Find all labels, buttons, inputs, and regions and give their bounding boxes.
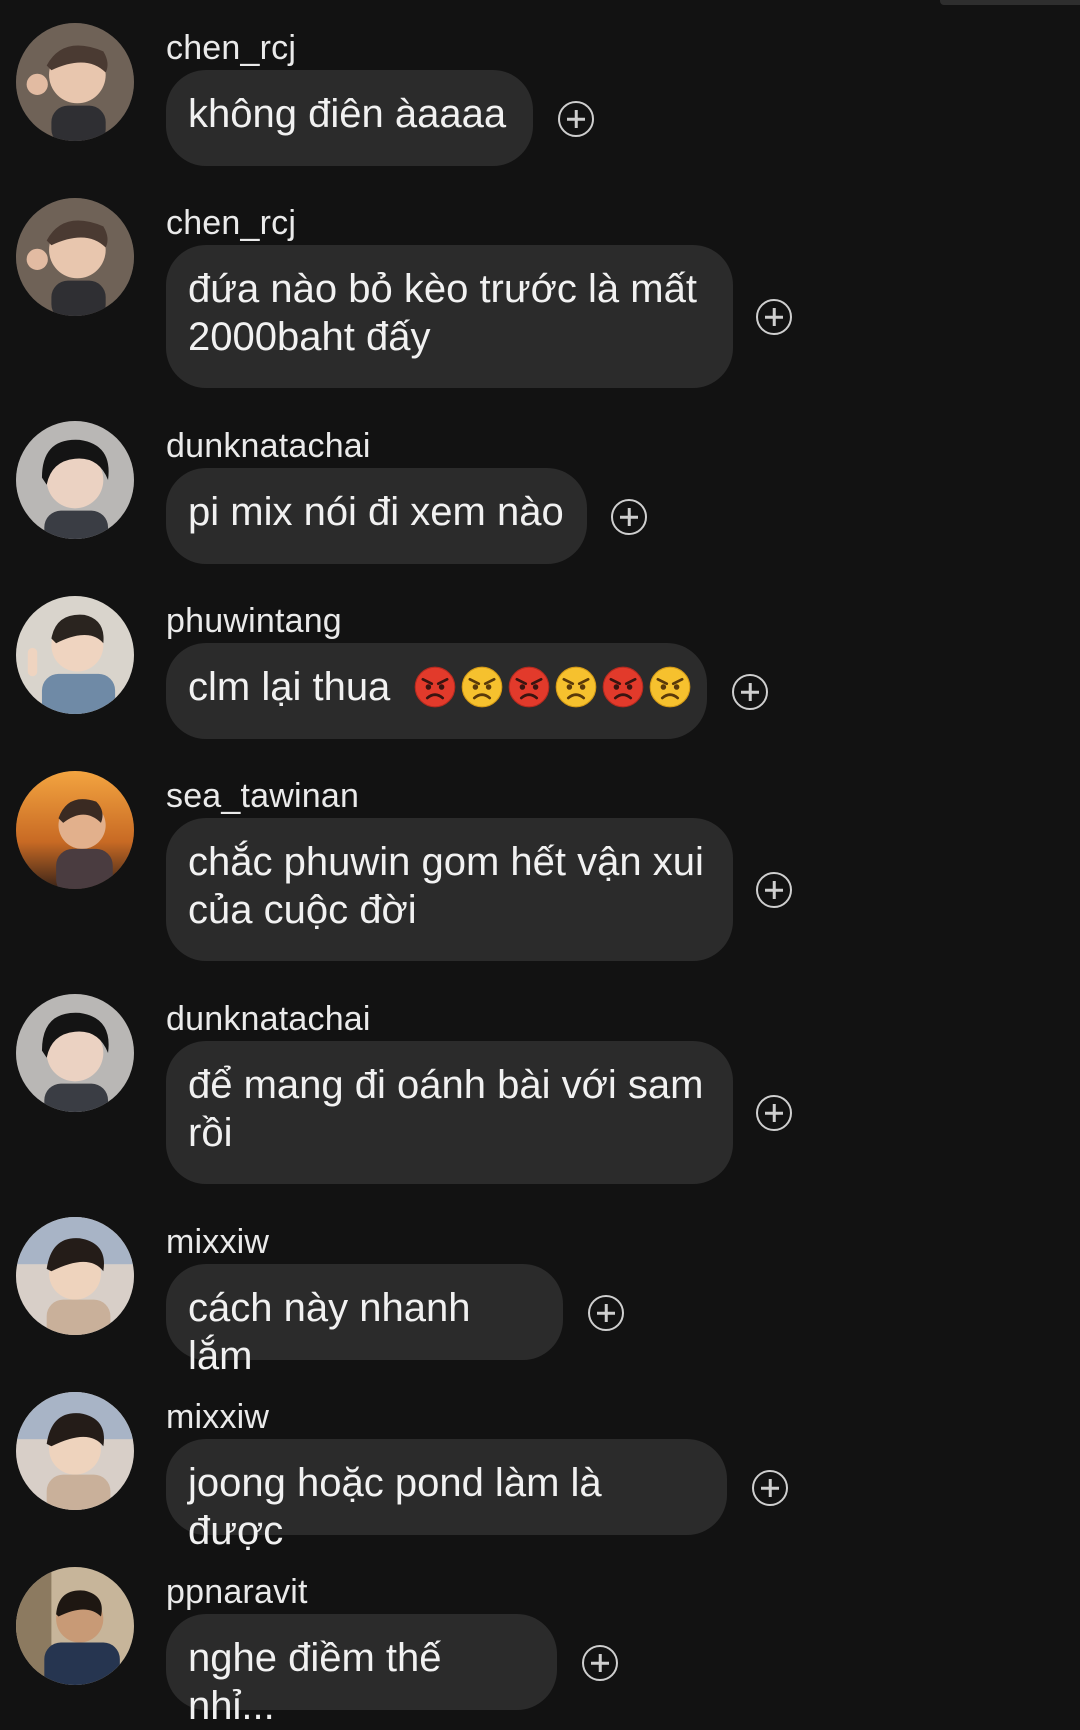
add-reaction-icon[interactable] [756,1095,792,1131]
add-reaction-icon[interactable] [732,674,768,710]
comment-username[interactable]: mixxiw [166,1397,269,1437]
comment-text: cách này nhanh lắm [188,1286,471,1378]
comment-bubble[interactable]: clm lại thua [166,643,707,739]
comment-text: clm lại thua [188,665,391,709]
avatar-sea-tawinan[interactable] [16,771,134,889]
avatar-dunknatachai[interactable] [16,994,134,1112]
comment-feed: chen_rcj không điên àaaaa chen_rcj đứa n… [0,0,1080,1728]
comment-bubble[interactable]: không điên àaaaa [166,70,533,166]
angry-red-face-icon [413,665,457,709]
add-reaction-icon[interactable] [756,872,792,908]
comment-username[interactable]: dunknatachai [166,426,371,466]
avatar-chen-rcj[interactable] [16,23,134,141]
comment-username[interactable]: sea_tawinan [166,776,359,816]
avatar-mixxiw[interactable] [16,1217,134,1335]
comment-text: pi mix nói đi xem nào [188,490,564,534]
comment-bubble[interactable]: để mang đi oánh bài với sam rồi [166,1041,733,1184]
angry-face-icon [460,665,504,709]
comment-username[interactable]: ppnaravit [166,1572,308,1612]
add-reaction-icon[interactable] [582,1645,618,1681]
comment-text: đứa nào bỏ kèo trước là mất 2000baht đấy [188,267,697,359]
comment-text: nghe điềm thế nhỉ... [188,1636,442,1728]
comment-text: không điên àaaaa [188,92,507,136]
add-reaction-icon[interactable] [756,299,792,335]
comment-text: joong hoặc pond làm là được [188,1461,602,1553]
add-reaction-icon[interactable] [558,101,594,137]
avatar-dunknatachai[interactable] [16,421,134,539]
comment-bubble[interactable]: nghe điềm thế nhỉ... [166,1614,557,1728]
add-reaction-icon[interactable] [752,1470,788,1506]
comment-bubble[interactable]: chắc phuwin gom hết vận xui của cuộc đời [166,818,733,961]
comment-text: để mang đi oánh bài với sam rồi [188,1063,704,1155]
angry-face-icon [554,665,598,709]
avatar-phuwintang[interactable] [16,596,134,714]
comment-bubble[interactable]: đứa nào bỏ kèo trước là mất 2000baht đấy [166,245,733,388]
comment-username[interactable]: dunknatachai [166,999,371,1039]
comment-username[interactable]: chen_rcj [166,203,296,243]
comment-username[interactable]: mixxiw [166,1222,269,1262]
avatar-ppnaravit[interactable] [16,1567,134,1685]
comment-bubble[interactable]: joong hoặc pond làm là được [166,1439,727,1553]
avatar-chen-rcj[interactable] [16,198,134,316]
add-reaction-icon[interactable] [588,1295,624,1331]
comment-text: chắc phuwin gom hết vận xui của cuộc đời [188,840,704,932]
angry-red-face-icon [601,665,645,709]
comment-bubble[interactable]: cách này nhanh lắm [166,1264,563,1378]
angry-red-face-icon [507,665,551,709]
comment-bubble[interactable]: pi mix nói đi xem nào [166,468,587,564]
comment-username[interactable]: phuwintang [166,601,342,641]
avatar-mixxiw[interactable] [16,1392,134,1510]
comment-username[interactable]: chen_rcj [166,28,296,68]
angry-face-icon [648,665,692,709]
add-reaction-icon[interactable] [611,499,647,535]
